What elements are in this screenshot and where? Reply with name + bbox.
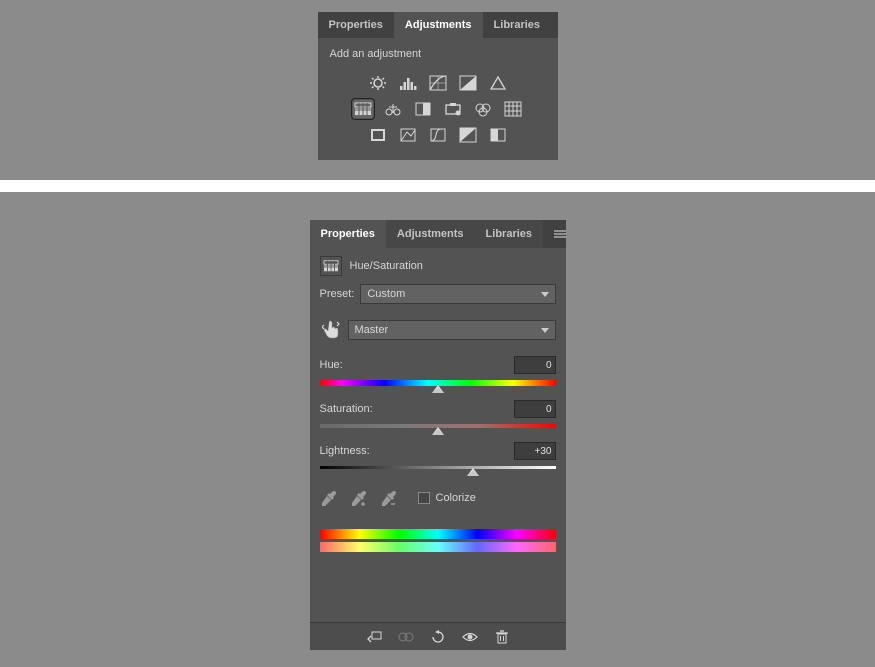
saturation-thumb[interactable] (432, 427, 444, 435)
hue-saturation-icon[interactable] (353, 100, 373, 118)
properties-body: Preset: Custom Master Hue: 0 Saturation: (310, 284, 566, 622)
gradient-map-icon[interactable] (458, 126, 478, 144)
reset-icon[interactable] (429, 629, 447, 645)
threshold-icon[interactable] (428, 126, 448, 144)
saturation-slider[interactable] (320, 424, 556, 428)
panel-footer (310, 622, 566, 650)
hue-strip-input[interactable] (320, 529, 556, 539)
hue-saturation-icon (320, 256, 342, 276)
lightness-slider-group: Lightness: +30 (320, 442, 556, 469)
targeted-adjustment-icon[interactable] (320, 318, 342, 342)
saturation-input[interactable]: 0 (514, 400, 556, 418)
tab-libraries[interactable]: Libraries (483, 12, 551, 38)
view-previous-icon[interactable] (397, 629, 415, 645)
saturation-label: Saturation: (320, 403, 373, 415)
panel-tabs: Properties Adjustments Libraries (310, 220, 566, 248)
clip-to-layer-icon[interactable] (365, 629, 383, 645)
levels-icon[interactable] (398, 74, 418, 92)
black-white-icon[interactable] (413, 100, 433, 118)
channel-row: Master (320, 318, 556, 342)
adjustments-section-label: Add an adjustment (318, 38, 558, 64)
invert-icon[interactable] (368, 126, 388, 144)
lightness-label: Lightness: (320, 445, 370, 457)
tab-properties[interactable]: Properties (318, 12, 394, 38)
hue-thumb[interactable] (432, 385, 444, 393)
vibrance-icon[interactable] (488, 74, 508, 92)
adjustments-panel: Properties Adjustments Libraries Add an … (318, 12, 558, 160)
preset-label: Preset: (320, 288, 355, 300)
photo-filter-icon[interactable] (443, 100, 463, 118)
posterize-icon[interactable] (398, 126, 418, 144)
hue-slider-group: Hue: 0 (320, 356, 556, 386)
channel-select[interactable]: Master (348, 320, 556, 340)
panel-tabs: Properties Adjustments Libraries (318, 12, 558, 38)
brightness-contrast-icon[interactable] (368, 74, 388, 92)
adjustment-name-label: Hue/Saturation (350, 260, 423, 272)
eyedropper-plus-icon[interactable] (350, 489, 368, 507)
visibility-eye-icon[interactable] (461, 629, 479, 645)
color-balance-icon[interactable] (383, 100, 403, 118)
preset-select[interactable]: Custom (360, 284, 555, 304)
eyedropper-minus-icon[interactable] (380, 489, 398, 507)
tab-properties[interactable]: Properties (310, 220, 386, 248)
hue-strip-output[interactable] (320, 542, 556, 552)
tab-adjustments[interactable]: Adjustments (386, 220, 475, 248)
colorize-checkbox[interactable] (418, 492, 430, 504)
hue-slider[interactable] (320, 380, 556, 386)
tab-adjustments[interactable]: Adjustments (394, 12, 483, 38)
hue-range-strips (320, 529, 556, 552)
curves-icon[interactable] (428, 74, 448, 92)
lightness-slider[interactable] (320, 466, 556, 469)
panel-menu-icon[interactable] (543, 220, 577, 248)
colorize-option: Colorize (418, 492, 476, 504)
eyedropper-row: Colorize (320, 483, 556, 507)
lightness-input[interactable]: +30 (514, 442, 556, 460)
adjustment-icon-grid (318, 64, 558, 160)
eyedropper-icon[interactable] (320, 489, 338, 507)
saturation-slider-group: Saturation: 0 (320, 400, 556, 428)
properties-panel: Properties Adjustments Libraries Hue/Sat… (310, 220, 566, 650)
adjustment-header: Hue/Saturation (310, 248, 566, 284)
colorize-label: Colorize (436, 492, 476, 504)
tab-libraries[interactable]: Libraries (475, 220, 543, 248)
delete-trash-icon[interactable] (493, 629, 511, 645)
channel-mixer-icon[interactable] (473, 100, 493, 118)
color-lookup-icon[interactable] (503, 100, 523, 118)
preset-row: Preset: Custom (320, 284, 556, 304)
hue-input[interactable]: 0 (514, 356, 556, 374)
lightness-thumb[interactable] (467, 468, 479, 476)
exposure-icon[interactable] (458, 74, 478, 92)
hue-label: Hue: (320, 359, 343, 371)
selective-color-icon[interactable] (488, 126, 508, 144)
